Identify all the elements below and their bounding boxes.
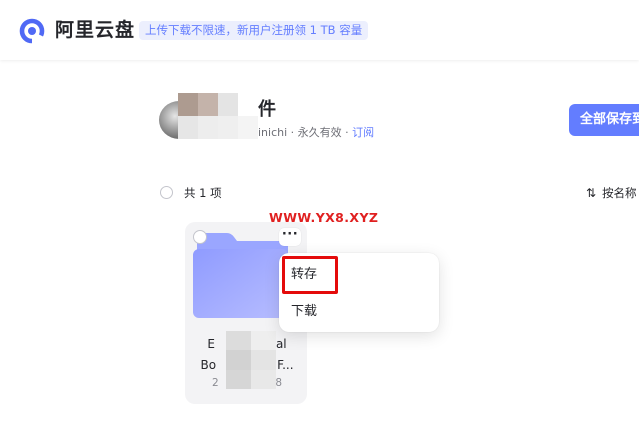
sort-arrows-icon: ⇅ [586,186,597,200]
promo-badge[interactable]: 上传下载不限速，新用户注册领 1 TB 容量 [139,21,369,40]
share-title: 件 [258,99,276,120]
pixelated-name-mask [178,93,258,139]
share-meta-text: inichi · 永久有效 · [258,126,353,139]
top-bar: 阿里云盘 上传下载不限速，新用户注册领 1 TB 容量 [0,0,639,60]
subscribe-link[interactable]: 订阅 [352,126,374,139]
file-checkbox[interactable] [193,230,207,244]
highlight-annotation-box [282,256,338,294]
sort-label: 按名称 [602,186,637,200]
share-meta: inichi · 永久有效 · 订阅 [258,125,374,141]
select-all-checkbox[interactable] [160,186,173,199]
pixelated-filename-mask [226,331,276,389]
more-dots-icon[interactable]: ··· [279,228,301,246]
brand-name[interactable]: 阿里云盘 [55,18,135,42]
menu-item-download[interactable]: 下载 [291,301,317,323]
aliyun-drive-logo-icon[interactable] [19,18,45,44]
folder-icon [193,233,288,318]
sort-button[interactable]: ⇅ 按名称 [586,184,637,202]
save-all-button[interactable]: 全部保存到 [569,104,639,136]
item-count: 共 1 项 [184,186,222,200]
